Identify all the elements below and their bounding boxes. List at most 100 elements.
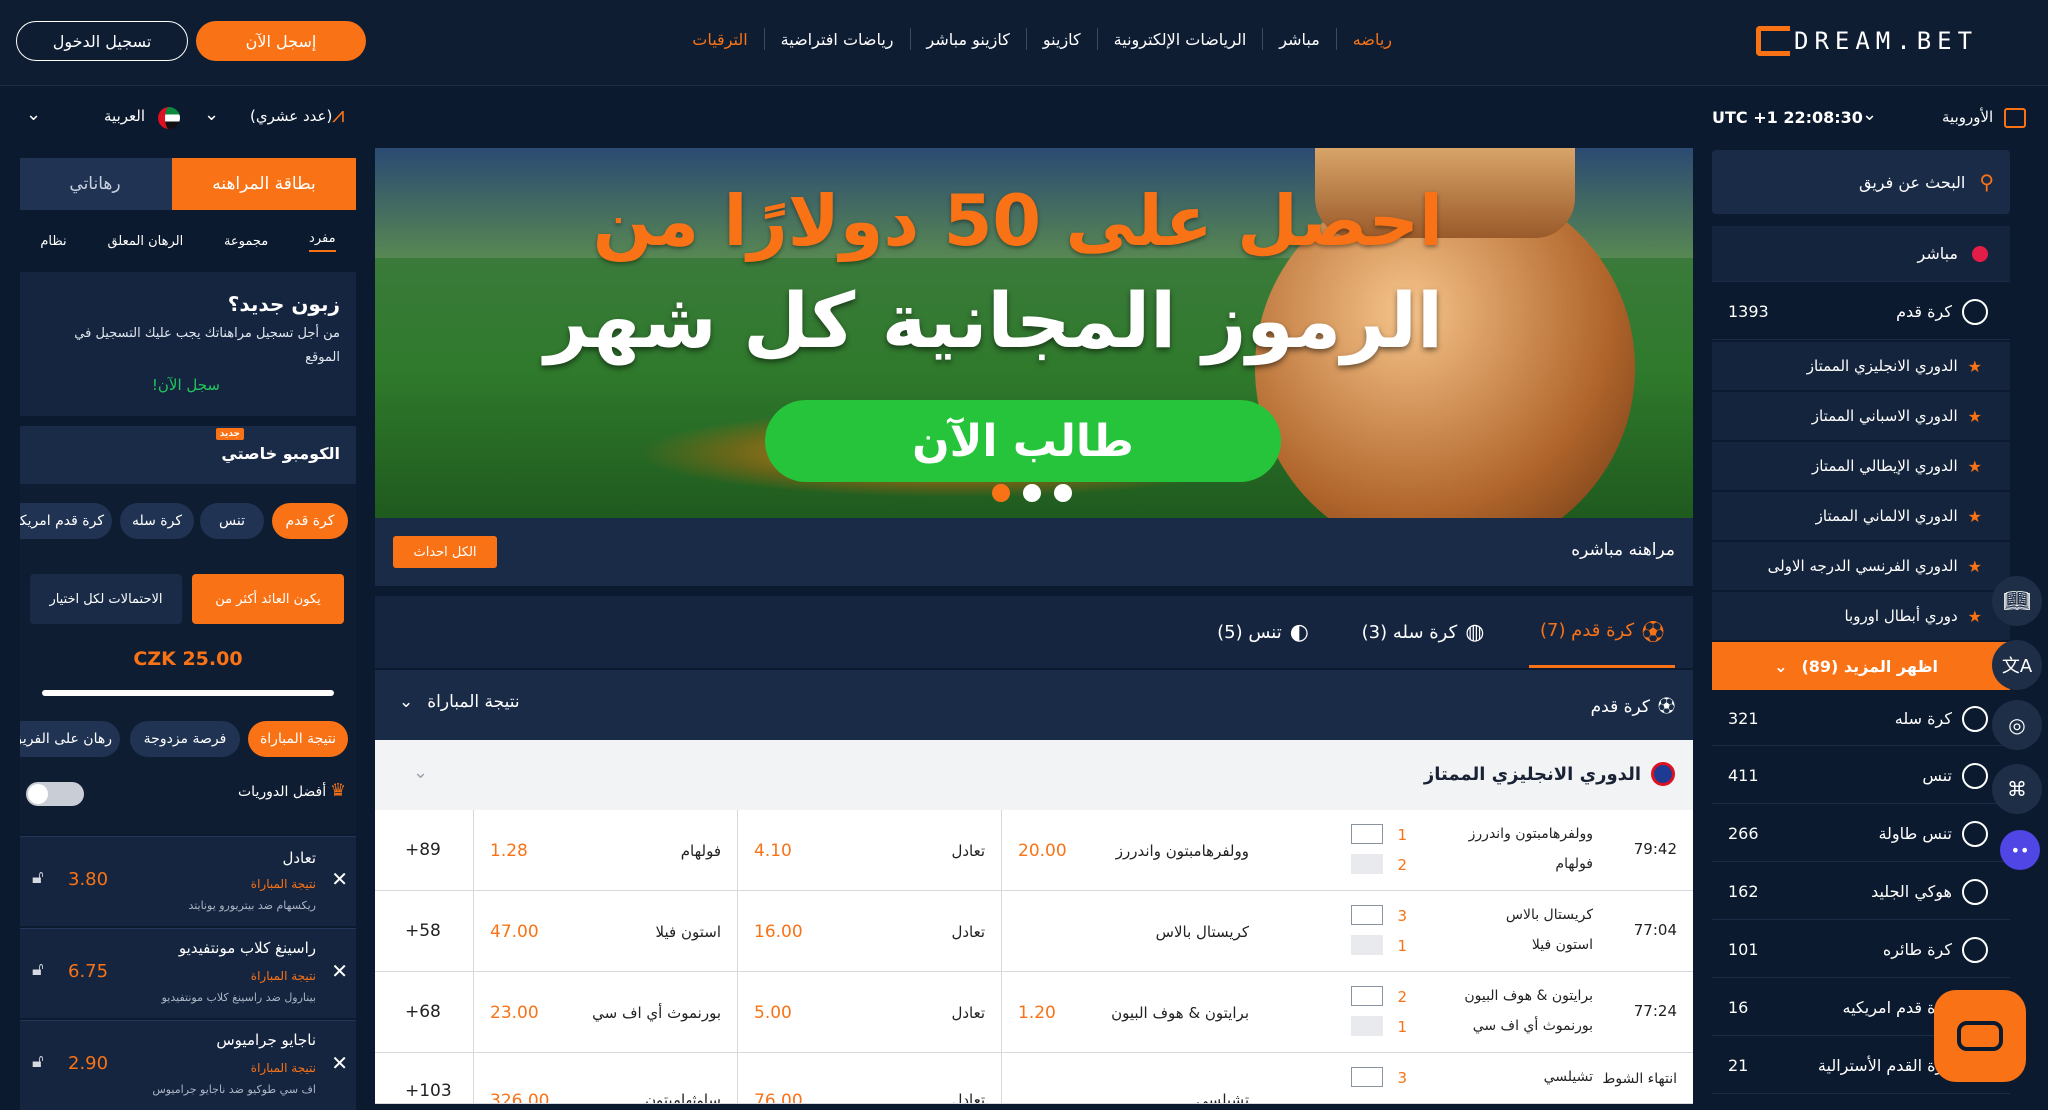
sidebar-item-live[interactable]: مباشر — [1712, 226, 2010, 282]
odds-format-label[interactable]: الأوروبية — [1942, 108, 1993, 126]
nav-virtual[interactable]: رياضات افتراضية — [765, 30, 910, 49]
stats-icon[interactable] — [1351, 935, 1383, 955]
more-markets-link[interactable]: +103 — [405, 1081, 452, 1101]
stats-icon[interactable] — [1351, 854, 1383, 874]
odd-label: ساوثهامبتون — [645, 1091, 721, 1104]
odd-home-cell[interactable]: كريستال بالاس — [1001, 891, 1265, 972]
nav-sports[interactable]: رياضه — [1337, 30, 1408, 49]
odd-home-cell[interactable]: 20.00 وولفرهامبتون واندررز — [1001, 810, 1265, 891]
bet-type-multiple[interactable]: مجموعة — [224, 234, 268, 249]
close-icon[interactable]: ✕ — [331, 959, 348, 983]
sidebar-item-football[interactable]: كرة قدم 1393 — [1712, 284, 2010, 340]
more-markets-link[interactable]: +58 — [405, 921, 441, 941]
carousel-dot[interactable] — [1023, 484, 1041, 502]
sidebar-league[interactable]: ★ دوري أبطال اوروبا — [1712, 592, 2010, 640]
sidebar-item-label: كرة القدم الأسترالية — [1817, 1056, 1952, 1075]
pitch-icon[interactable] — [1351, 905, 1383, 925]
tab-tennis[interactable]: ◐ تنس (5) — [1203, 596, 1323, 668]
odd-value: 76.00 — [754, 1091, 803, 1104]
tab-bet-card[interactable]: بطاقة المراهنه — [172, 158, 356, 210]
combo-sport-basketball[interactable]: كرة سله — [120, 503, 194, 539]
return-more-than-button[interactable]: يكون العائد أكثر من — [192, 574, 344, 624]
chevron-down-icon[interactable]: ⌄ — [204, 104, 219, 125]
sidebar-sport[interactable]: كرة طائره 101 — [1712, 922, 2010, 978]
sidebar-sport[interactable]: كرة سله 321 — [1712, 692, 2010, 746]
tab-my-bets[interactable]: رهاناتي — [20, 158, 170, 210]
best-leagues-toggle[interactable] — [26, 782, 84, 806]
all-events-button[interactable]: الكل احداث — [393, 536, 497, 568]
sidebar-league[interactable]: ★ الدوري الانجليزي الممتاز — [1712, 342, 2010, 390]
odd-away-cell[interactable]: 326.00 ساوثهامبتون — [473, 1053, 737, 1104]
promo-banner[interactable]: احصل على 50 دولارًا من الرموز المجانية ك… — [375, 148, 1693, 518]
chat-button[interactable] — [1934, 990, 2026, 1082]
chevron-down-icon[interactable]: ⌄ — [1862, 104, 1877, 125]
more-markets-link[interactable]: +68 — [405, 1002, 441, 1022]
show-more-button[interactable]: اظهر المزيد (89) ⌄ — [1712, 642, 2010, 690]
nav-live[interactable]: مباشر — [1263, 30, 1336, 49]
close-icon[interactable]: ✕ — [331, 867, 348, 891]
combo-sport-tennis[interactable]: تنس — [200, 503, 264, 539]
odd-draw-cell[interactable]: 5.00 تعادل — [737, 972, 1001, 1053]
live-betting-bar: الكل احداث مراهنه مباشره — [375, 518, 1693, 586]
sidebar-sport[interactable]: هوكي الجليد 162 — [1712, 864, 2010, 920]
bet-type-pending[interactable]: الرهان المعلق — [107, 234, 183, 249]
language-label[interactable]: العربية — [104, 107, 145, 125]
tab-football[interactable]: ⚽︎ كرة قدم (7) — [1529, 596, 1675, 668]
nav-live-casino[interactable]: كازينو مباشر — [911, 30, 1026, 49]
close-icon[interactable]: ✕ — [331, 1051, 348, 1075]
odd-draw-cell[interactable]: 16.00 تعادل — [737, 891, 1001, 972]
market-match-result[interactable]: نتيجة المباراة — [248, 721, 348, 757]
bet-type-single[interactable]: مفرد — [309, 231, 336, 252]
combo-sport-american-football[interactable]: كرة قدم امريكية — [20, 503, 112, 539]
odd-draw-cell[interactable]: 4.10 تعادل — [737, 810, 1001, 891]
odd-away-cell[interactable]: 1.28 فولهام — [473, 810, 737, 891]
logo[interactable]: DREAM.BET — [1756, 26, 1978, 56]
sidebar-sport[interactable]: تنس 411 — [1712, 748, 2010, 804]
odd-away-cell[interactable]: 47.00 استون فيلا — [473, 891, 737, 972]
odds-type-label[interactable]: (عدد عشري) — [250, 107, 332, 125]
odd-away-cell[interactable]: 23.00 بورنموث أي اف سي — [473, 972, 737, 1053]
podcast-icon[interactable]: ◎ — [1992, 700, 2042, 750]
more-markets-link[interactable]: +89 — [405, 840, 441, 860]
sidebar-league[interactable]: ★ الدوري الالماني الممتاز — [1712, 492, 2010, 540]
sidebar-item-count: 411 — [1728, 766, 1759, 785]
team-search[interactable]: ⚲ البحث عن فريق — [1712, 150, 2010, 214]
carousel-dot[interactable] — [1054, 484, 1072, 502]
sidebar-league[interactable]: ★ الدوري الإيطالي الممتاز — [1712, 442, 2010, 490]
sidebar-league[interactable]: ★ الدوري الفرنسي الدرجه الاولى — [1712, 542, 2010, 590]
odds-per-selection-button[interactable]: الاحتمالات لكل اختيار — [30, 574, 182, 624]
carousel-dot[interactable] — [992, 484, 1010, 502]
book-icon[interactable]: 📖︎ — [1992, 576, 2042, 626]
stats-icon[interactable] — [1351, 1016, 1383, 1036]
chevron-down-icon[interactable]: ⌄ — [26, 104, 41, 125]
combo-sport-football[interactable]: كرة قدم — [272, 503, 348, 539]
odd-home-cell[interactable]: 1.20 برايتون & هوف البيون — [1001, 972, 1265, 1053]
tab-basketball[interactable]: ◍ كرة سله (3) — [1353, 596, 1493, 668]
assistant-bot-icon[interactable]: •• — [2000, 830, 2040, 870]
sidebar-sport[interactable]: تنس طاولة 266 — [1712, 806, 2010, 862]
chevron-down-icon[interactable]: ⌄ — [413, 762, 428, 783]
pitch-icon[interactable] — [1351, 986, 1383, 1006]
odd-draw-cell[interactable]: 76.00 تعادل — [737, 1053, 1001, 1104]
bet-type-system[interactable]: نظام — [40, 234, 66, 249]
pitch-icon[interactable] — [1351, 824, 1383, 844]
market-select[interactable]: نتيجة المباراة ⌄ — [399, 692, 520, 712]
nav-casino[interactable]: كازينو — [1027, 30, 1097, 49]
odd-home-cell[interactable]: تشيلسي — [1001, 1053, 1265, 1103]
stake-slider[interactable] — [42, 690, 334, 696]
logo-mark-icon — [1756, 26, 1790, 56]
nav-esports[interactable]: الرياضات الإلكترونية — [1098, 30, 1263, 49]
sidebar-league[interactable]: ★ الدوري الاسباني الممتاز — [1712, 392, 2010, 440]
market-double-chance[interactable]: فرصة مزدوجة — [130, 721, 240, 757]
register-now-link[interactable]: سجل الآن! — [36, 376, 220, 394]
nav-promotions[interactable]: الترقيات — [676, 30, 763, 49]
tab-basketball-label: كرة سله (3) — [1361, 621, 1458, 643]
login-button[interactable]: تسجيل الدخول — [16, 21, 188, 61]
register-button[interactable]: إسجل الآن — [196, 21, 366, 61]
market-team-bet[interactable]: رهان على الفريق — [20, 721, 120, 757]
banner-cta-button[interactable]: طالب الآن — [765, 400, 1281, 482]
pitch-icon[interactable] — [1351, 1067, 1383, 1087]
league-header[interactable]: الدوري الانجليزي الممتاز ⌄ — [375, 740, 1693, 810]
translate-icon[interactable]: 文A — [1992, 640, 2042, 690]
apps-grid-icon[interactable]: ⌘ — [1992, 764, 2042, 814]
